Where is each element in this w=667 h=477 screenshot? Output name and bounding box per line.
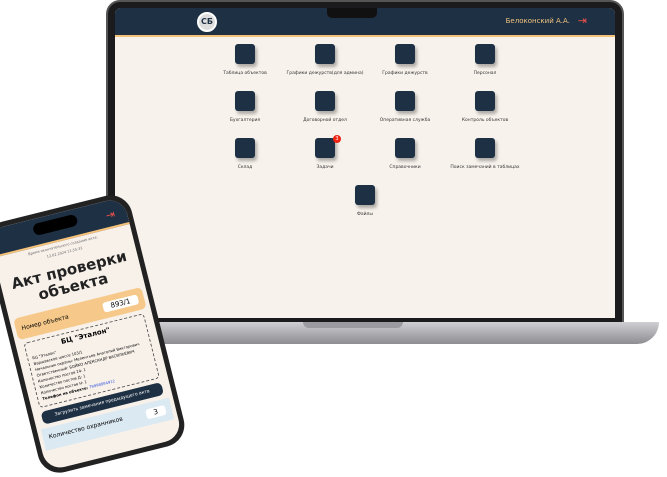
laptop: СБ Белоконский А.А. ⇥ Таблица объектов Гр… — [106, 0, 624, 324]
task-badge: 3 — [333, 135, 341, 143]
file-icon — [355, 185, 375, 205]
object-number-label: Номер объекта — [20, 313, 70, 332]
logo[interactable]: СБ — [197, 12, 217, 32]
menu-tile[interactable]: Контроль объектов — [445, 91, 525, 128]
menu-tile-label: Файлы — [357, 212, 373, 217]
warehouse-icon — [235, 138, 255, 158]
menu-tile[interactable]: Оперативная служба — [365, 91, 445, 128]
menu-tile-label: Договорной отдел — [303, 118, 347, 123]
book-icon — [395, 138, 415, 158]
phone-icon — [395, 91, 415, 111]
menu-tile-label: Склад — [237, 165, 253, 170]
calendar-check-icon — [315, 138, 335, 158]
logout-icon[interactable]: ⇥ — [104, 207, 116, 222]
menu-tile-label: Таблица объектов — [223, 71, 267, 76]
people-arrows-icon — [475, 91, 495, 111]
menu-tile-label: Графики дежурств — [382, 71, 428, 76]
menu-tile-label: Графики дежурств(для админа) — [286, 71, 364, 76]
phone-header: ⇥ — [0, 196, 130, 258]
menu-tile-label: Персонал — [473, 71, 497, 76]
menu-tile[interactable]: Персонал — [445, 44, 525, 81]
menu-tile[interactable]: Поиск замечаний в таблицах — [445, 138, 525, 175]
menu-tile-label: Поиск замечаний в таблицах — [450, 165, 520, 170]
menu-tile[interactable]: Графики дежурств(для админа) — [285, 44, 365, 81]
calendar-icon — [315, 44, 335, 64]
menu-tile[interactable]: 3 Задачи — [285, 135, 365, 175]
menu-tile-label: Задачи — [316, 165, 334, 170]
table-icon — [235, 44, 255, 64]
menu-tile-label: Контроль объектов — [461, 118, 509, 123]
object-number-input[interactable]: 893/1 — [101, 294, 140, 313]
laptop-base — [93, 322, 659, 344]
menu-tile-label: Бухгалтерия — [229, 118, 261, 123]
menu-tile[interactable]: Бухгалтерия — [205, 91, 285, 128]
chat-icon — [315, 91, 335, 111]
menu-tile[interactable]: Графики дежурств — [365, 44, 445, 81]
menu-tile[interactable]: Таблица объектов — [205, 44, 285, 81]
menu-tile[interactable]: Файлы — [285, 185, 445, 222]
menu-tile-label: Справочники — [389, 165, 421, 170]
laptop-screen: СБ Белоконский А.А. ⇥ Таблица объектов Гр… — [115, 8, 615, 318]
menu-tile[interactable]: Справочники — [365, 138, 445, 175]
menu-tile[interactable]: Договорной отдел — [285, 91, 365, 128]
calendar-icon — [395, 44, 415, 64]
camera-notch — [327, 8, 377, 18]
guards-input[interactable]: 3 — [144, 404, 167, 420]
menu-grid: Таблица объектов Графики дежурств(для адм… — [205, 44, 525, 222]
users-icon — [475, 44, 495, 64]
user-name: Белоконский А.А. — [505, 17, 570, 25]
logout-icon[interactable]: ⇥ — [578, 14, 587, 27]
menu-tile-label: Оперативная служба — [379, 118, 431, 123]
menu-tile[interactable]: Склад — [205, 138, 285, 175]
building-icon — [235, 91, 255, 111]
bug-icon — [475, 138, 495, 158]
